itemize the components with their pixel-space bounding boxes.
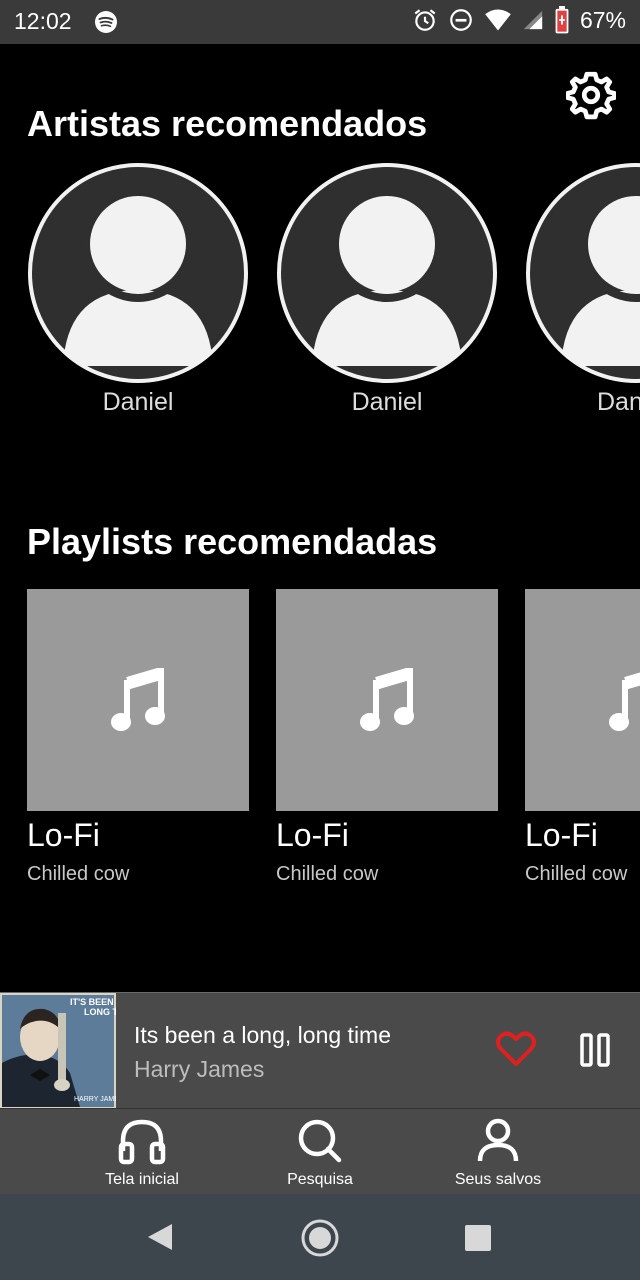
playlist-cover <box>27 589 249 811</box>
alarm-icon <box>414 9 436 31</box>
section-title-playlists: Playlists recomendadas <box>27 521 438 562</box>
status-bar: 12:02 67% <box>0 0 640 44</box>
nav-label-saved: Seus salvos <box>454 1171 542 1188</box>
artist-name: Dan <box>597 388 640 416</box>
battery-level: 67% <box>579 6 626 33</box>
track-title[interactable]: Its been a long, long time <box>134 1022 391 1049</box>
artist-card-clip: Dan <box>525 162 640 432</box>
artist-name: Daniel <box>351 388 423 416</box>
nav-item-search[interactable]: Pesquisa <box>240 1117 400 1189</box>
search-icon <box>298 1119 342 1163</box>
bottom-nav: Tela inicial Pesquisa Seus salvos <box>0 1108 640 1195</box>
playlist-subtitle: Chilled cow <box>525 863 628 885</box>
section-title-artists: Artistas recomendados <box>27 103 428 144</box>
wifi-icon <box>485 9 511 31</box>
heart-icon[interactable] <box>496 1031 536 1067</box>
playlist-cover <box>525 589 640 811</box>
signal-icon <box>523 10 543 30</box>
dnd-icon <box>450 9 472 31</box>
nav-item-home[interactable]: Tela inicial <box>62 1117 222 1189</box>
nav-label-home: Tela inicial <box>105 1171 179 1188</box>
gear-icon[interactable] <box>566 70 616 120</box>
music-note-icon <box>111 668 165 731</box>
recents-icon[interactable] <box>464 1224 492 1252</box>
track-artist[interactable]: Harry James <box>134 1056 264 1083</box>
artist-card[interactable]: Daniel <box>276 162 498 416</box>
svg-text:LONG TIME: LONG TIME <box>84 1007 116 1017</box>
avatar <box>277 163 497 383</box>
playlist-card[interactable]: Lo-Fi Chilled cow <box>276 589 498 885</box>
svg-text:HARRY JAMES: HARRY JAMES <box>74 1096 116 1103</box>
nav-label-search: Pesquisa <box>287 1171 353 1188</box>
playlist-card[interactable]: Lo-Fi Chilled cow <box>525 589 640 885</box>
artist-name: Daniel <box>102 388 174 416</box>
playlist-title: Lo-Fi <box>276 817 349 853</box>
home-icon[interactable] <box>300 1218 340 1258</box>
status-time: 12:02 <box>14 8 72 34</box>
artist-card[interactable]: Dan <box>525 162 640 416</box>
battery-icon <box>555 6 569 34</box>
playlist-cover <box>276 589 498 811</box>
now-playing-bar[interactable]: IT'S BEEN A LONG, LONG TIME HARRY JAMES … <box>0 992 640 1109</box>
playlist-subtitle: Chilled cow <box>27 863 130 885</box>
system-nav-bar <box>0 1194 640 1280</box>
playlist-card-clip: Lo-Fi Chilled cow <box>525 589 640 909</box>
music-note-icon <box>609 672 640 731</box>
avatar <box>526 163 640 383</box>
back-icon[interactable] <box>146 1222 174 1252</box>
svg-text:IT'S BEEN A LONG,: IT'S BEEN A LONG, <box>70 997 116 1007</box>
headphones-icon <box>118 1119 166 1165</box>
nav-item-saved[interactable]: Seus salvos <box>418 1117 578 1189</box>
album-art: IT'S BEEN A LONG, LONG TIME HARRY JAMES <box>0 993 116 1109</box>
music-note-icon <box>360 668 414 731</box>
artist-card[interactable]: Daniel <box>27 162 249 416</box>
avatar <box>28 163 248 383</box>
pause-icon[interactable] <box>580 1033 610 1067</box>
spotify-icon <box>95 11 117 33</box>
playlist-subtitle: Chilled cow <box>276 863 379 885</box>
playlist-title: Lo-Fi <box>27 817 100 853</box>
playlist-title: Lo-Fi <box>525 817 598 853</box>
playlist-card[interactable]: Lo-Fi Chilled cow <box>27 589 249 885</box>
person-icon <box>477 1118 519 1162</box>
